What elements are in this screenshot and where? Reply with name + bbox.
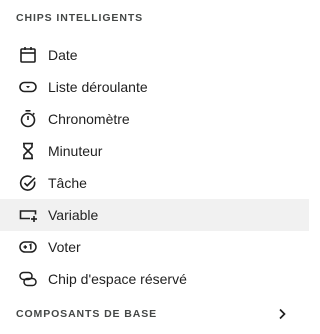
menu-item-vote[interactable]: Voter [0,231,309,263]
placeholder-chip-icon [18,269,38,289]
menu-item-label: Liste déroulante [48,79,148,95]
calendar-icon [18,45,38,65]
menu-item-stopwatch[interactable]: Chronomètre [0,103,309,135]
insert-menu: CHIPS INTELLIGENTS Date Liste déroulante [0,0,309,334]
menu-item-label: Tâche [48,175,87,191]
hourglass-icon [18,141,38,161]
menu-item-task[interactable]: Tâche [0,167,309,199]
task-check-icon [18,173,38,193]
menu-item-label: Voter [48,239,81,255]
menu-item-placeholder-chip[interactable]: Chip d'espace réservé [0,263,309,295]
base-components-header: COMPOSANTS DE BASE [16,308,158,320]
menu-item-dropdown[interactable]: Liste déroulante [0,71,309,103]
menu-item-label: Minuteur [48,143,103,159]
chevron-right-icon [275,307,289,321]
stopwatch-icon [18,109,38,129]
base-components-submenu[interactable]: COMPOSANTS DE BASE [0,298,309,330]
dropdown-icon [18,77,38,97]
menu-item-date[interactable]: Date [0,39,309,71]
menu-item-timer[interactable]: Minuteur [0,135,309,167]
menu-item-variable[interactable]: Variable [0,199,309,231]
menu-item-label: Chip d'espace réservé [48,271,187,287]
vote-icon [18,237,38,257]
variable-icon [18,205,38,225]
menu-item-label: Variable [48,207,99,223]
smart-chips-header: CHIPS INTELLIGENTS [16,12,144,24]
menu-item-label: Date [48,47,78,63]
menu-item-label: Chronomètre [48,111,130,127]
